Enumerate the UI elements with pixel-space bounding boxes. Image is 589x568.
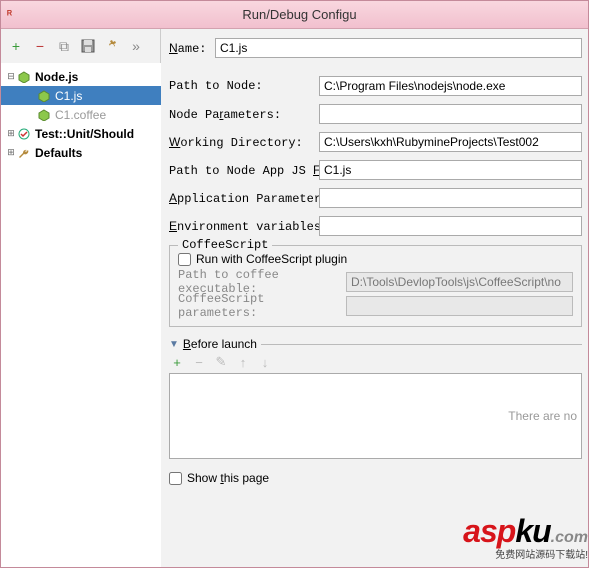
- path-node-field[interactable]: [319, 76, 582, 96]
- app-params-label: Application Parameters:: [169, 191, 319, 206]
- work-dir-field[interactable]: [319, 132, 582, 152]
- tree-label: Test::Unit/Should: [33, 127, 134, 141]
- copy-config-button[interactable]: ⧉: [55, 37, 73, 55]
- content-area: + − ⧉ » ⊟ Node.js: [1, 29, 588, 567]
- tree-expander-icon[interactable]: ⊞: [5, 147, 17, 158]
- app-logo-icon: ᴿ: [7, 7, 23, 23]
- node-icon: [37, 89, 51, 103]
- window-body: + − ⧉ » ⊟ Node.js: [1, 29, 588, 567]
- node-params-label: Node Parameters:: [169, 107, 319, 122]
- before-launch-list[interactable]: There are no: [169, 373, 582, 459]
- path-node-label: Path to Node:: [169, 79, 319, 93]
- tree-label: Defaults: [33, 146, 82, 160]
- app-file-row: Path to Node App JS File:: [169, 157, 582, 183]
- watermark-brand2: ku: [515, 513, 550, 549]
- show-page-checkbox[interactable]: Show this page: [169, 471, 582, 485]
- tree-node-c1js[interactable]: C1.js: [1, 86, 161, 105]
- tree-node-c1coffee[interactable]: C1.coffee: [1, 105, 161, 124]
- name-row: Name:: [169, 35, 582, 61]
- work-dir-row: Working Directory:: [169, 129, 582, 155]
- bl-remove-button: −: [191, 354, 207, 370]
- path-node-row: Path to Node:: [169, 73, 582, 99]
- bl-edit-button: ✎: [213, 354, 229, 370]
- tree-label: C1.js: [53, 89, 82, 103]
- expand-toolbar-button[interactable]: »: [127, 37, 145, 55]
- node-icon: [37, 108, 51, 122]
- coffeescript-group: CoffeeScript Run with CoffeeScript plugi…: [169, 245, 582, 327]
- before-launch-header[interactable]: ▼ Before launch: [169, 337, 582, 351]
- name-label: Name:: [169, 41, 215, 56]
- node-params-row: Node Parameters:: [169, 101, 582, 127]
- run-coffee-checkbox[interactable]: Run with CoffeeScript plugin: [178, 252, 573, 266]
- bl-down-button: ↓: [257, 354, 273, 370]
- wrench-icon: [17, 146, 31, 160]
- titlebar[interactable]: ᴿ Run/Debug Configu: [1, 1, 588, 29]
- tree-node-test[interactable]: ⊞ Test::Unit/Should: [1, 124, 161, 143]
- form-panel: Name: Path to Node: Node Parameters: Wor…: [161, 29, 588, 567]
- watermark-brand1: asp: [463, 513, 515, 549]
- save-config-button[interactable]: [79, 37, 97, 55]
- show-page-input[interactable]: [169, 472, 182, 485]
- tree-label: C1.coffee: [53, 108, 106, 122]
- bl-add-button[interactable]: +: [169, 354, 185, 370]
- tree-label: Node.js: [33, 70, 78, 84]
- before-launch-toolbar: + − ✎ ↑ ↓: [169, 351, 582, 373]
- tree-expander-icon[interactable]: ⊟: [5, 71, 17, 82]
- app-file-label: Path to Node App JS File:: [169, 163, 319, 178]
- run-coffee-input[interactable]: [178, 253, 191, 266]
- run-coffee-label: Run with CoffeeScript plugin: [196, 252, 347, 266]
- node-params-field[interactable]: [319, 104, 582, 124]
- bl-up-button: ↑: [235, 354, 251, 370]
- disclosure-triangle-icon[interactable]: ▼: [169, 339, 179, 350]
- before-launch-empty: There are no: [508, 409, 577, 423]
- coffee-exe-row: Path to coffee executable:: [178, 270, 573, 294]
- tree-node-defaults[interactable]: ⊞ Defaults: [1, 143, 161, 162]
- app-file-field[interactable]: [319, 160, 582, 180]
- edit-defaults-button[interactable]: [103, 37, 121, 55]
- config-window: ᴿ Run/Debug Configu + − ⧉ »: [0, 0, 589, 568]
- env-vars-label: Environment variables:: [169, 219, 319, 234]
- remove-config-button[interactable]: −: [31, 37, 49, 55]
- show-page-label: Show this page: [187, 471, 269, 485]
- env-vars-row: Environment variables:: [169, 213, 582, 239]
- watermark: aspku.com 免费网站源码下载站!: [463, 513, 588, 561]
- coffee-params-field: [346, 296, 573, 316]
- name-field[interactable]: [215, 38, 582, 58]
- coffeescript-legend: CoffeeScript: [178, 238, 272, 252]
- divider: [261, 344, 582, 345]
- tree-expander-icon[interactable]: ⊞: [5, 128, 17, 139]
- tree-node-nodejs[interactable]: ⊟ Node.js: [1, 67, 161, 86]
- app-params-row: Application Parameters:: [169, 185, 582, 211]
- config-tree[interactable]: ⊟ Node.js C1.js C1.coffee: [1, 63, 161, 567]
- coffee-params-row: CoffeeScript parameters:: [178, 294, 573, 318]
- window-title: Run/Debug Configu: [31, 7, 588, 22]
- coffee-params-label: CoffeeScript parameters:: [178, 292, 346, 320]
- env-vars-field[interactable]: [319, 216, 582, 236]
- work-dir-label: Working Directory:: [169, 135, 319, 150]
- before-launch-label: Before launch: [183, 337, 257, 351]
- coffee-exe-field: [346, 272, 573, 292]
- watermark-tld: .com: [551, 529, 588, 546]
- test-icon: [17, 127, 31, 141]
- watermark-sub: 免费网站源码下载站!: [463, 546, 588, 561]
- node-icon: [17, 70, 31, 84]
- app-params-field[interactable]: [319, 188, 582, 208]
- tree-toolbar: + − ⧉ »: [1, 29, 160, 63]
- add-config-button[interactable]: +: [7, 37, 25, 55]
